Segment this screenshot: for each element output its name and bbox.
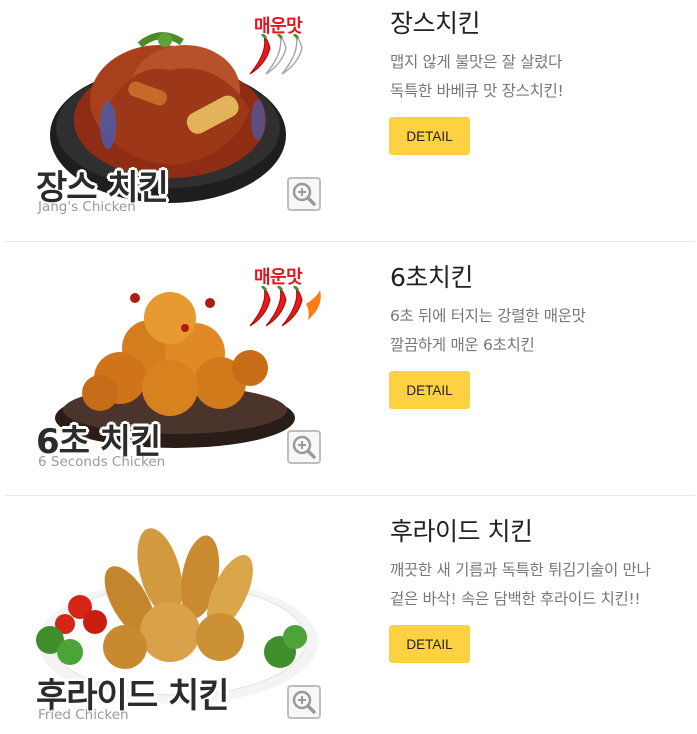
divider <box>5 495 695 496</box>
chili-peppers-icon <box>249 286 321 327</box>
divider <box>5 241 695 242</box>
menu-title: 6초치킨 <box>390 263 473 292</box>
image-subtitle: Jang's Chicken <box>38 199 136 215</box>
detail-button[interactable]: DETAIL <box>389 371 470 409</box>
menu-desc-line1: 깨끗한 새 기름과 독특한 튀김기술이 만나 <box>390 561 651 579</box>
menu-title: 장스치킨 <box>390 9 481 38</box>
menu-desc-line1: 맵지 않게 불맛은 잘 살렸다 <box>390 53 563 71</box>
zoom-in-icon[interactable] <box>287 430 321 464</box>
menu-item-jangs-chicken: 매운맛 장스 치킨 Jang's Chicken 장스치킨 맵지 않게 불맛은 … <box>0 0 697 240</box>
menu-desc-line2: 깔끔하게 매운 6초치킨 <box>390 336 535 354</box>
detail-button[interactable]: DETAIL <box>389 117 470 155</box>
image-subtitle: Fried Chicken <box>38 707 129 723</box>
menu-desc-line2: 독특한 바베큐 맛 장스치킨! <box>390 82 564 100</box>
menu-desc-line2: 겉은 바삭! 속은 담백한 후라이드 치킨!! <box>390 590 641 608</box>
menu-item-fried-chicken: 후라이드 치킨 Fried Chicken 후라이드 치킨 깨끗한 새 기름과 … <box>0 504 697 734</box>
detail-button[interactable]: DETAIL <box>389 625 470 663</box>
menu-item-6sec-chicken: 매운맛 6초 치킨 6 Seconds Chicken 6초치킨 6초 뒤에 터… <box>0 250 697 490</box>
zoom-in-icon[interactable] <box>287 177 321 211</box>
image-subtitle: 6 Seconds Chicken <box>38 454 166 470</box>
zoom-in-icon[interactable] <box>287 685 321 719</box>
chili-peppers-icon <box>249 34 303 75</box>
menu-desc-line1: 6초 뒤에 터지는 강렬한 매운맛 <box>390 307 586 325</box>
menu-title: 후라이드 치킨 <box>390 517 533 546</box>
